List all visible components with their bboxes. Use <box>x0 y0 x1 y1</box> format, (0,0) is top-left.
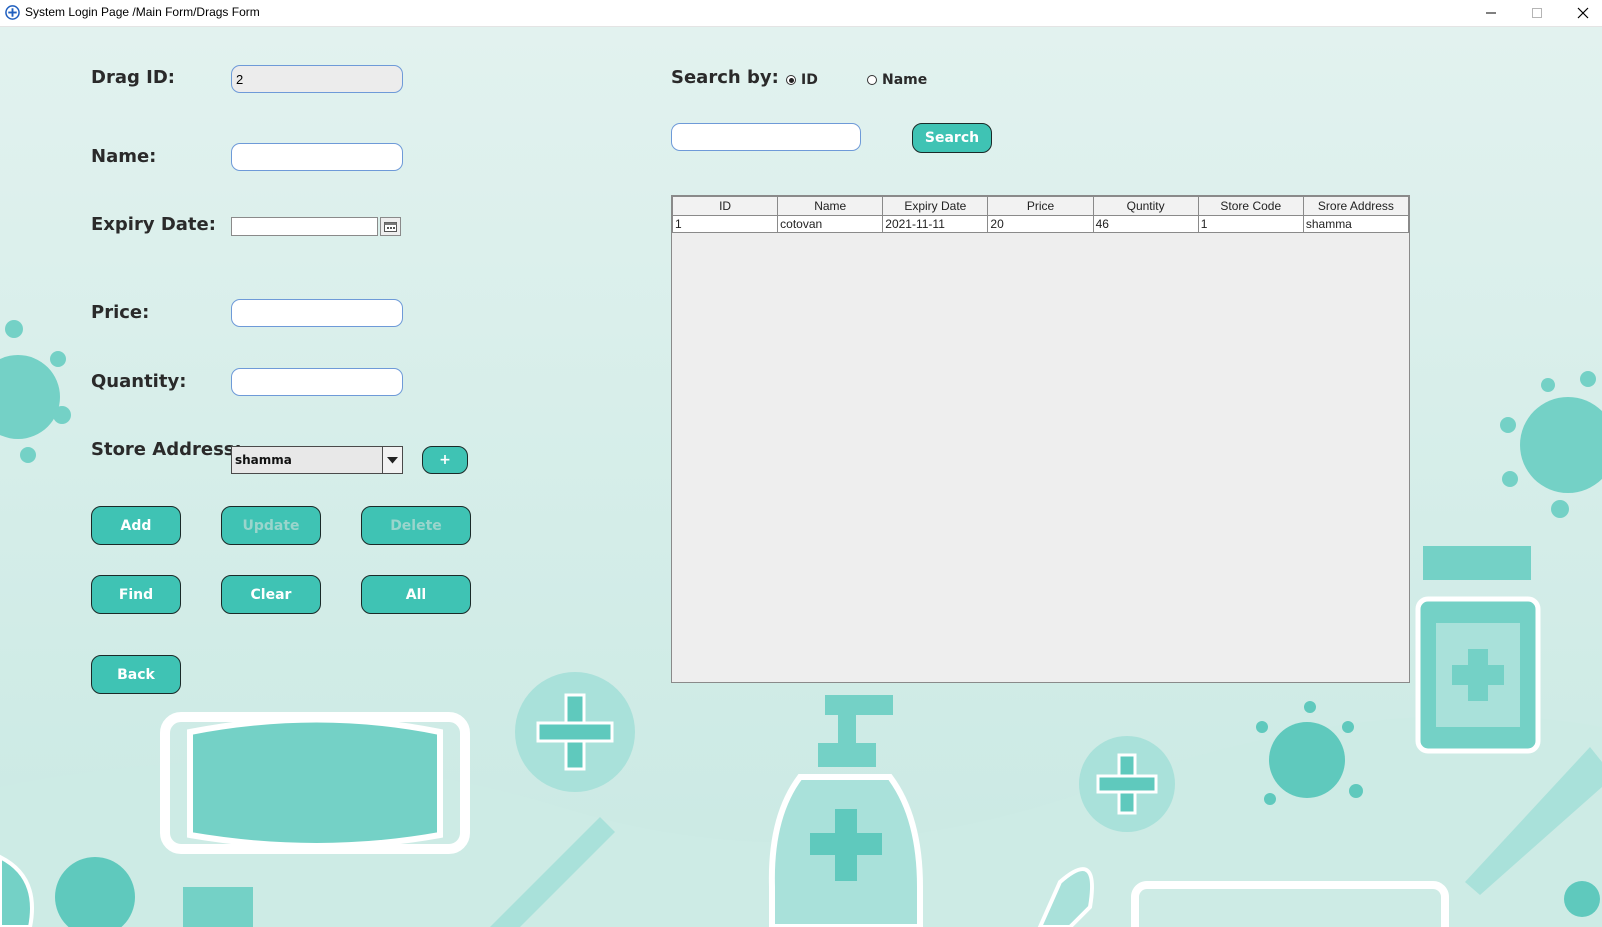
search-by-label: Search by: <box>671 67 779 88</box>
store-address-selected: shamma <box>235 453 292 467</box>
maximize-icon <box>1532 8 1542 18</box>
cell-store-code[interactable]: 1 <box>1197 215 1304 233</box>
drags-form: Drag ID: Name: Expiry Date: Price: Quant… <box>0 27 1602 927</box>
column-header-quantity[interactable]: Quntity <box>1092 196 1199 216</box>
find-button[interactable]: Find <box>91 575 181 614</box>
column-header-store-code[interactable]: Store Code <box>1197 196 1304 216</box>
add-button[interactable]: Add <box>91 506 181 545</box>
app-icon <box>5 5 20 20</box>
drag-id-field[interactable] <box>231 65 403 93</box>
cell-quantity[interactable]: 46 <box>1092 215 1199 233</box>
expiry-date-label: Expiry Date: <box>91 214 216 235</box>
cell-id[interactable]: 1 <box>671 215 779 233</box>
quantity-label: Quantity: <box>91 371 187 392</box>
all-button[interactable]: All <box>361 575 471 614</box>
cell-price[interactable]: 20 <box>987 215 1094 233</box>
drags-table[interactable]: ID Name Expiry Date Price Quntity Store … <box>671 195 1410 683</box>
window-title: System Login Page /Main Form/Drags Form <box>25 5 260 19</box>
radio-indicator <box>786 75 796 85</box>
column-header-store-address[interactable]: Srore Address <box>1302 196 1410 216</box>
search-input[interactable] <box>671 123 861 151</box>
radio-indicator <box>867 75 877 85</box>
minimize-button[interactable] <box>1468 0 1514 26</box>
search-by-id-radio[interactable]: ID <box>786 72 818 88</box>
name-label: Name: <box>91 146 157 167</box>
column-header-expiry-date[interactable]: Expiry Date <box>882 196 989 216</box>
store-address-select[interactable]: shamma <box>231 446 403 474</box>
minimize-icon <box>1486 12 1496 14</box>
calendar-icon <box>384 222 397 232</box>
expiry-date-field[interactable] <box>231 217 378 236</box>
update-button[interactable]: Update <box>221 506 321 545</box>
dropdown-arrow[interactable] <box>382 447 402 473</box>
price-label: Price: <box>91 302 150 323</box>
column-header-name[interactable]: Name <box>777 196 884 216</box>
add-store-address-button[interactable]: + <box>422 446 468 474</box>
column-header-price[interactable]: Price <box>987 196 1094 216</box>
back-button[interactable]: Back <box>91 655 181 694</box>
delete-button[interactable]: Delete <box>361 506 471 545</box>
cell-name[interactable]: cotovan <box>777 215 884 233</box>
price-field[interactable] <box>231 299 403 327</box>
date-picker-button[interactable] <box>380 217 401 236</box>
cell-store-address[interactable]: shamma <box>1302 215 1410 233</box>
maximize-button[interactable] <box>1514 0 1560 26</box>
close-button[interactable] <box>1560 0 1602 26</box>
search-button[interactable]: Search <box>912 123 992 153</box>
chevron-down-icon <box>387 456 398 463</box>
clear-button[interactable]: Clear <box>221 575 321 614</box>
drag-id-label: Drag ID: <box>91 67 175 88</box>
table-row[interactable]: 1 cotovan 2021-11-11 20 46 1 shamma <box>671 215 1410 233</box>
quantity-field[interactable] <box>231 368 403 396</box>
store-address-label: Store Address: <box>91 439 242 460</box>
name-field[interactable] <box>231 143 403 171</box>
cell-expiry-date[interactable]: 2021-11-11 <box>882 215 989 233</box>
search-by-name-radio[interactable]: Name <box>867 72 927 88</box>
close-icon <box>1577 7 1589 19</box>
title-bar: System Login Page /Main Form/Drags Form <box>0 0 1602 27</box>
column-header-id[interactable]: ID <box>671 196 779 216</box>
